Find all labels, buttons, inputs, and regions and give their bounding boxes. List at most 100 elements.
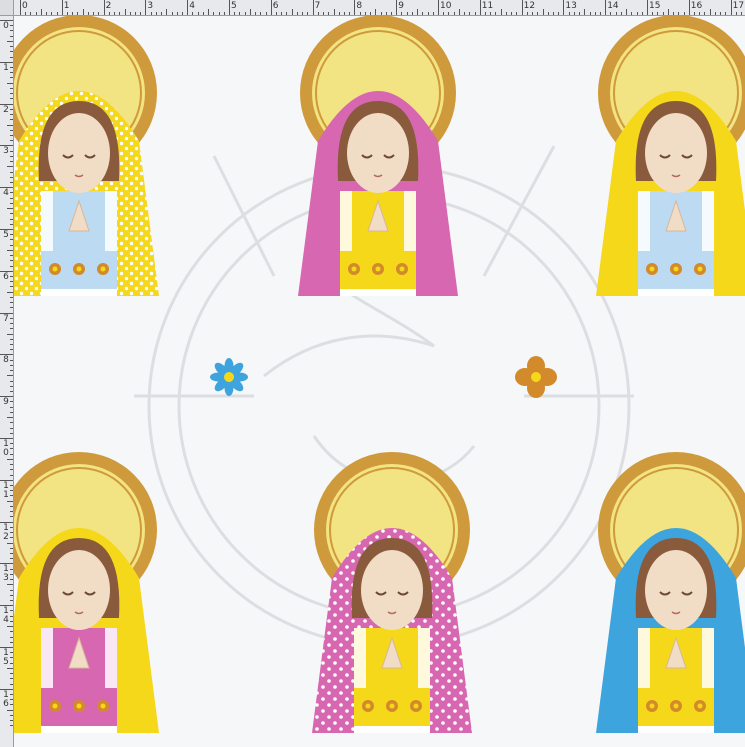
ruler-tick [699, 12, 701, 15]
dress-trim-left [638, 628, 650, 688]
flower-center [531, 372, 541, 382]
ruler-tick [82, 9, 84, 15]
ruler-tick [10, 338, 13, 340]
ruler-tick [10, 108, 13, 110]
ruler-tick [10, 129, 13, 131]
ruler-tick [422, 12, 424, 15]
ruler-tick [605, 0, 607, 15]
ruler-top-label: 2 [105, 1, 112, 11]
virgin-mary-figure [298, 16, 458, 296]
ruler-tick [479, 0, 481, 15]
ruler-tick [10, 532, 13, 534]
ruler-tick [51, 12, 53, 15]
ruler-tick [511, 12, 513, 15]
ruler-tick [485, 12, 487, 15]
dress-flower-center [76, 703, 82, 709]
dress-flower-center [100, 266, 106, 272]
ruler-tick [10, 427, 13, 429]
dress-hem [41, 289, 117, 296]
ruler-tick [390, 12, 392, 15]
ruler-top-label: 6 [272, 1, 279, 11]
ruler-tick [229, 0, 230, 15]
ruler-tick [0, 605, 13, 607]
ruler-tick [0, 61, 13, 63]
ruler-tick [10, 114, 13, 116]
ruler-tick [10, 364, 13, 366]
dress-trim-left [340, 191, 352, 251]
ruler-tick [10, 594, 13, 596]
ruler-tick [0, 479, 13, 481]
ruler-tick [72, 12, 74, 15]
ruler-tick [35, 12, 37, 15]
dress-flower-center [365, 703, 371, 709]
ruler-tick [652, 12, 654, 15]
ruler-top: 0 1 2 3 4 5 6 7 8 9 10 11 12 13 14 15 16 17 [0, 0, 745, 16]
ruler-tick [10, 495, 13, 497]
dress-flower-center [399, 266, 405, 272]
ruler-tick [406, 12, 408, 15]
fabric-print [14, 16, 745, 747]
ruler-tick [10, 192, 13, 194]
ruler-tick [0, 396, 13, 398]
ruler-tick [694, 12, 696, 15]
ruler-tick [547, 12, 549, 15]
ruler-tick [307, 12, 309, 15]
ruler-tick [563, 0, 565, 15]
virgin-mary-figure [14, 16, 159, 296]
ruler-tick [0, 688, 13, 690]
ruler-left: 0 1 2 3 4 5 6 7 8 9 10 11 12 13 14 15 16 [0, 0, 14, 747]
ruler-tick [7, 249, 13, 251]
ruler-tick [10, 234, 13, 236]
fabric-pattern [14, 16, 745, 733]
ruler-top-label: 7 [314, 1, 321, 11]
ruler-tick [0, 521, 13, 523]
ruler-top-label: 11 [481, 1, 494, 11]
ruler-tick [417, 9, 419, 15]
ruler-tick [516, 12, 518, 15]
ruler-top-label: 0 [22, 1, 28, 11]
ruler-tick [10, 202, 13, 204]
ruler-tick [187, 0, 189, 15]
ruler-top-label: 17 [732, 1, 745, 11]
dress-trim-left [41, 628, 53, 688]
dress-flower-center [351, 266, 357, 272]
ruler-tick [323, 12, 325, 15]
ruler-tick [10, 281, 13, 283]
ruler-tick [10, 390, 13, 392]
virgin-mary-figure [596, 16, 745, 296]
ruler-tick [192, 12, 194, 15]
ruler-tick [720, 12, 722, 15]
ruler-tick [10, 589, 13, 591]
ruler-tick [343, 12, 345, 15]
ruler-tick [10, 636, 13, 638]
ruler-top-label: 14 [607, 1, 619, 11]
ruler-tick [458, 9, 460, 15]
ruler-tick [134, 12, 136, 15]
ruler-left-label: 15 [3, 648, 9, 667]
dress-flower-center [100, 703, 106, 709]
ruler-tick [30, 12, 32, 15]
dress-flower-center [673, 703, 679, 709]
ruler-tick [77, 12, 79, 15]
ruler-top-label: 16 [690, 1, 703, 11]
ruler-tick [401, 12, 403, 15]
ruler-tick [7, 667, 13, 669]
ruler-tick [469, 12, 471, 15]
virgin-mary-figure [14, 452, 159, 733]
dress-trim-left [638, 191, 650, 251]
ruler-tick [10, 547, 13, 549]
ruler-tick [61, 0, 63, 15]
ruler-tick [10, 244, 13, 246]
ruler-tick [10, 678, 13, 680]
dress-flower-center [413, 703, 419, 709]
ruler-tick [10, 464, 13, 466]
virgin-mary-figure [312, 452, 472, 733]
ruler-tick [114, 12, 116, 15]
ruler-tick [87, 12, 89, 15]
ruler-tick [166, 9, 168, 15]
ruler-tick [10, 98, 13, 100]
ruler-tick [10, 704, 13, 706]
ruler-tick [620, 12, 622, 15]
orange-flower-icon [515, 356, 557, 398]
ruler-tick [662, 12, 664, 15]
